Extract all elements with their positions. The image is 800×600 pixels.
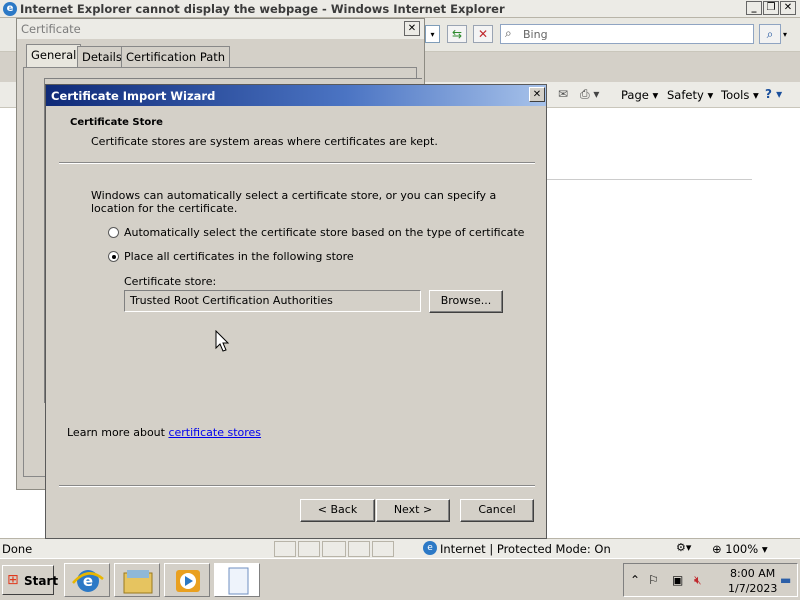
search-input[interactable]: ⌕ Bing (500, 24, 754, 44)
taskbar-document[interactable] (214, 563, 260, 597)
back-button[interactable]: < Back (300, 499, 375, 522)
status-cell (348, 541, 370, 557)
intro-text: Windows can automatically select a certi… (91, 189, 497, 215)
taskbar-internet-explorer[interactable]: e (64, 563, 110, 597)
internet-explorer-icon: e (3, 2, 17, 16)
footer-separator (59, 485, 535, 487)
page-description: Certificate stores are system areas wher… (91, 135, 438, 148)
protected-mode-icon[interactable]: ⚙▾ (676, 541, 691, 554)
start-button[interactable]: ⊞ Start (2, 565, 58, 595)
cancel-button[interactable]: Cancel (460, 499, 534, 522)
place-in-store-label[interactable]: Place all certificates in the following … (124, 250, 354, 263)
refresh-button[interactable]: ⇆ (447, 25, 467, 43)
ie-title-bar: e Internet Explorer cannot display the w… (0, 0, 800, 18)
certificate-close-button[interactable]: ✕ (404, 21, 420, 36)
place-in-store-radio[interactable] (108, 251, 119, 262)
status-bar: Done e Internet | Protected Mode: On ⚙▾ … (0, 538, 800, 558)
tab-certification-path[interactable]: Certification Path (121, 46, 231, 67)
learn-more-prefix: Learn more about (67, 426, 169, 439)
stop-button[interactable]: ✕ (473, 25, 493, 43)
mail-icon[interactable]: ✉ (558, 87, 568, 101)
internet-explorer-icon: e (72, 570, 104, 592)
action-center-flag-icon[interactable]: ⚐ (648, 573, 659, 587)
certificate-store-label: Certificate store: (124, 275, 217, 288)
status-cell (322, 541, 346, 557)
window-title: Internet Explorer cannot display the web… (20, 2, 505, 16)
show-hidden-icons-icon[interactable]: ⌃ (630, 573, 640, 587)
header-separator (59, 162, 535, 164)
volume-muted-icon[interactable]: 🔇︎ (694, 573, 702, 588)
learn-more-text: Learn more about certificate stores (67, 426, 261, 439)
status-text: Done (2, 542, 33, 556)
tab-general[interactable]: General (26, 44, 82, 68)
taskbar: ⊞ Start e ⌃ ⚐ ▣ 🔇︎ 8:00 AM 1/7/2023 ▬ (0, 558, 800, 600)
zoom-level[interactable]: ⊕ 100% ▾ (712, 542, 768, 556)
minimize-button[interactable]: _ (746, 1, 762, 15)
security-zone-text: Internet | Protected Mode: On (440, 542, 611, 556)
tab-details[interactable]: Details (77, 46, 127, 67)
wizard-title-bar: Certificate Import Wizard ✕ (46, 85, 546, 106)
system-tray: ⌃ ⚐ ▣ 🔇︎ 8:00 AM 1/7/2023 ▬ (623, 563, 798, 597)
wizard-title: Certificate Import Wizard (51, 89, 216, 103)
browse-button[interactable]: Browse... (429, 290, 503, 313)
tools-menu[interactable]: Tools ▾ (721, 88, 759, 102)
close-window-button[interactable]: ✕ (780, 1, 796, 15)
wizard-header: Certificate Store Certificate stores are… (47, 106, 545, 165)
taskbar-media-player[interactable] (164, 563, 210, 597)
search-provider-icon: ⌕ (505, 26, 512, 40)
print-icon[interactable]: ⎙ ▾ (580, 87, 599, 102)
clock-time[interactable]: 8:00 AM (730, 567, 775, 580)
page-title: Certificate Store (70, 117, 163, 128)
show-desktop-icon[interactable]: ▬ (780, 573, 791, 587)
mouse-pointer-icon (215, 330, 230, 352)
internet-zone-icon: e (423, 541, 437, 555)
certificate-stores-link[interactable]: certificate stores (168, 426, 261, 439)
status-cell (298, 541, 320, 557)
auto-select-store-radio[interactable] (108, 227, 119, 238)
taskbar-windows-explorer[interactable] (114, 563, 160, 597)
zoom-value: 100% (725, 542, 759, 556)
status-cell (274, 541, 296, 557)
start-label: Start (24, 574, 59, 588)
help-icon[interactable]: ? ▾ (765, 87, 782, 101)
certificate-store-field: Trusted Root Certification Authorities (124, 290, 421, 312)
auto-select-store-label[interactable]: Automatically select the certificate sto… (124, 226, 524, 239)
media-player-icon (176, 570, 200, 592)
search-options-icon[interactable]: ▾ (783, 30, 787, 39)
address-dropdown-button[interactable]: ▾ (425, 25, 440, 43)
radio-selected-dot (112, 255, 116, 259)
safety-menu[interactable]: Safety ▾ (667, 88, 713, 102)
wizard-close-button[interactable]: ✕ (529, 87, 545, 102)
certificate-import-wizard: Certificate Import Wizard ✕ Certificate … (45, 84, 547, 539)
document-icon (228, 567, 249, 595)
restore-button[interactable]: ❐ (763, 1, 779, 15)
content-divider (545, 179, 752, 180)
certificate-title: Certificate (21, 22, 81, 36)
status-cell (372, 541, 394, 557)
certificate-title-bar: Certificate ✕ (17, 19, 424, 39)
search-button[interactable]: ⌕ (759, 24, 781, 44)
folder-icon (123, 570, 153, 594)
clock-date[interactable]: 1/7/2023 (728, 582, 777, 595)
next-button[interactable]: Next > (376, 499, 450, 522)
network-icon[interactable]: ▣ (672, 573, 683, 587)
windows-logo-icon: ⊞ (7, 572, 19, 588)
page-menu[interactable]: Page ▾ (621, 88, 658, 102)
